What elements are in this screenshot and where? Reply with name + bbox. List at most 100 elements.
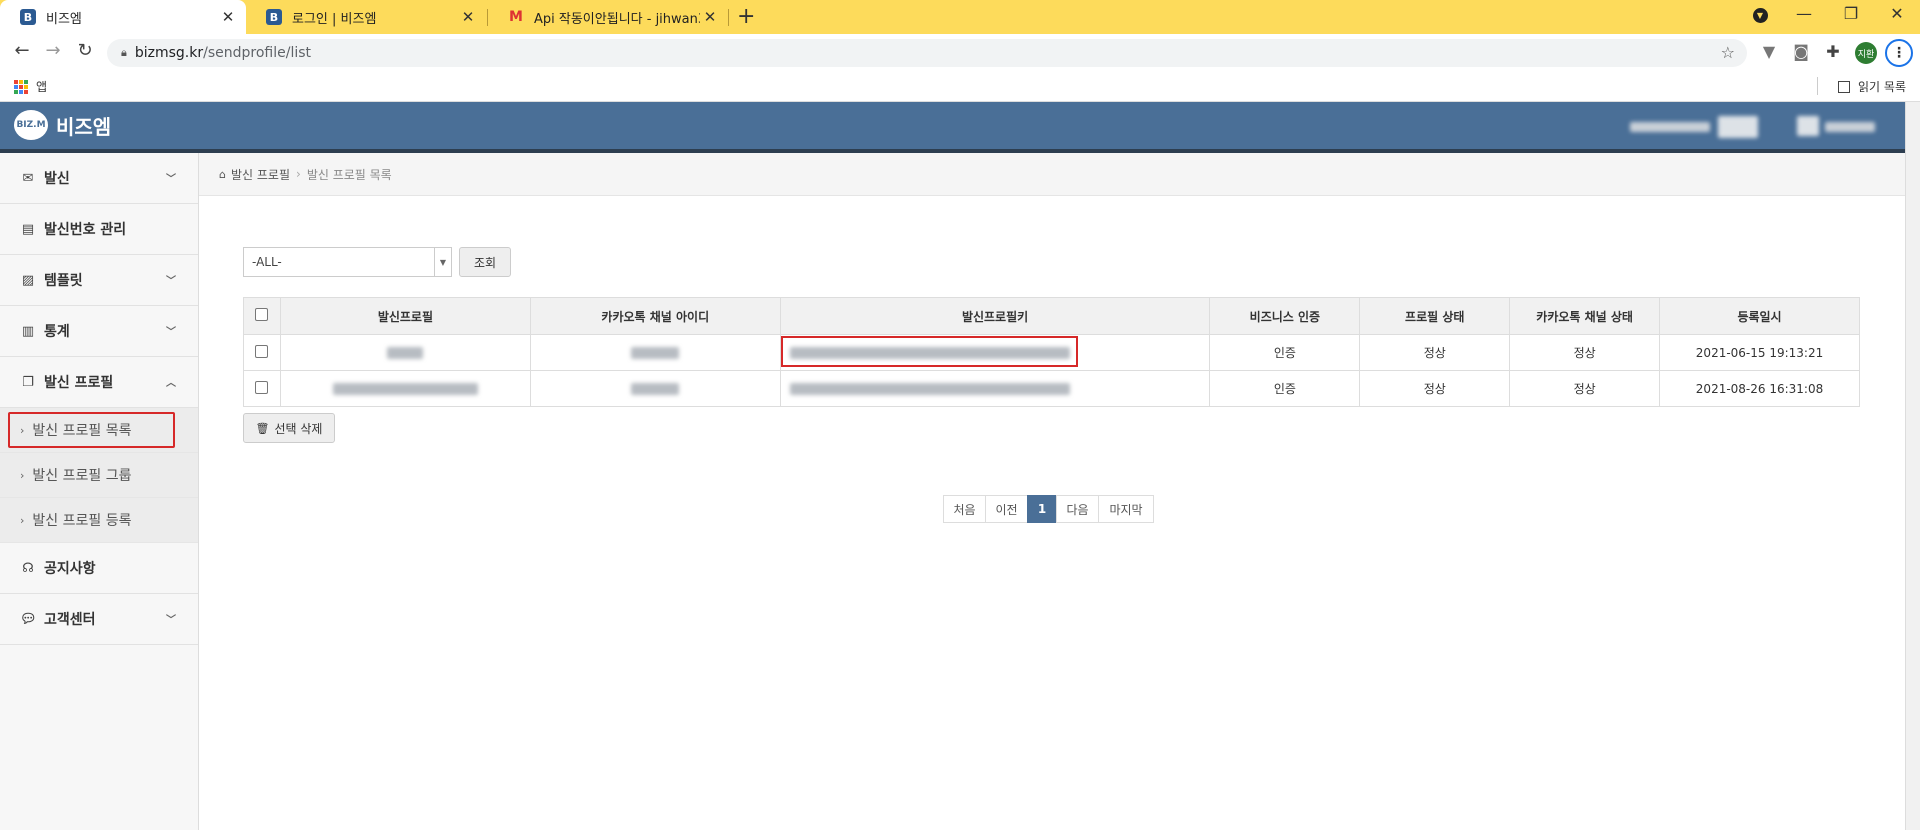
sidebar-subitem-profile-list[interactable]: › 발신 프로필 목록 <box>0 408 198 453</box>
bizm-favicon-icon: B <box>20 9 36 25</box>
reading-list-button[interactable]: 읽기 목록 <box>1838 78 1906 95</box>
extensions-puzzle-icon[interactable]: ✚ <box>1822 42 1844 61</box>
chevron-down-icon: ﹀ <box>166 276 176 287</box>
reload-icon[interactable]: ↻ <box>73 40 97 61</box>
delete-selected-label: 선택 삭제 <box>274 421 323 436</box>
channel-status-cell: 정상 <box>1509 370 1661 407</box>
profile-status-cell: 정상 <box>1359 334 1511 371</box>
tab-search-icon[interactable]: ▼ <box>1740 7 1780 23</box>
home-icon[interactable]: ⌂ <box>219 168 226 181</box>
bookmark-star-icon[interactable]: ☆ <box>1721 43 1735 62</box>
minimize-icon[interactable]: — <box>1784 4 1824 23</box>
browser-toolbar: ← → ↻ 🔒︎ bizmsg.kr/sendprofile/list ☆ ▼ … <box>0 34 1920 70</box>
logo-bubble-icon: BIZ.M <box>14 110 48 140</box>
select-all-cell <box>243 297 281 335</box>
table-row[interactable]: 인증 정상 정상 2021-08-26 16:31:08 <box>243 370 1860 407</box>
redacted-cell <box>529 370 781 407</box>
apps-grid-icon <box>14 79 28 94</box>
url-domain: bizmsg.kr <box>134 45 204 61</box>
sidebar-item-support[interactable]: 💬︎ 고객센터 ﹀ <box>0 594 198 645</box>
column-header: 카카오톡 채널 상태 <box>1509 297 1661 335</box>
row-checkbox[interactable] <box>255 344 269 358</box>
sidebar-item-sender-numbers[interactable]: ▤ 발신번호 관리 <box>0 204 198 255</box>
reading-list-label: 읽기 목록 <box>1858 80 1906 94</box>
redacted-user-badge[interactable] <box>1718 116 1758 138</box>
sidebar-subitem-profile-group[interactable]: › 발신 프로필 그룹 <box>0 453 198 498</box>
select-value: -ALL- <box>252 255 282 269</box>
tab-login[interactable]: B 로그인 | 비즈엠 ✕ <box>246 0 486 34</box>
close-window-icon[interactable]: ✕ <box>1877 4 1917 23</box>
app-logo[interactable]: BIZ.M 비즈엠 <box>14 110 111 140</box>
sidebar-item-label: 공지사항 <box>44 561 96 577</box>
tab-bizm[interactable]: B 비즈엠 ✕ <box>0 0 246 34</box>
column-header: 발신프로필 <box>279 297 531 335</box>
business-auth-cell: 인증 <box>1209 370 1361 407</box>
profile-avatar[interactable]: 지환 <box>1855 42 1877 64</box>
new-tab-plus-icon[interactable]: + <box>737 4 755 29</box>
chevron-right-icon: › <box>20 468 25 482</box>
url-path: /sendprofile/list <box>203 45 312 61</box>
sidebar-subitem-label: 발신 프로필 등록 <box>32 513 132 529</box>
back-icon[interactable]: ← <box>10 40 34 61</box>
restore-icon[interactable]: ❐ <box>1831 4 1871 23</box>
channel-status-cell: 정상 <box>1509 334 1661 371</box>
sidebar-item-stats[interactable]: ▥ 통계 ﹀ <box>0 306 198 357</box>
page-first-button[interactable]: 처음 <box>943 495 986 523</box>
sidebar-item-label: 발신 프로필 <box>44 375 114 391</box>
extension-v-icon[interactable]: ▼ <box>1758 42 1780 61</box>
search-button[interactable]: 조회 <box>459 247 511 277</box>
registered-date-cell: 2021-06-15 19:13:21 <box>1659 334 1860 371</box>
breadcrumb: ⌂ 발신 프로필 › 발신 프로필 목록 <box>199 153 1905 196</box>
envelope-icon: ✉ <box>22 170 34 186</box>
sidebar-item-notices[interactable]: ☊ 공지사항 <box>0 543 198 594</box>
delete-selected-button[interactable]: 🗑︎ 선택 삭제 <box>243 413 335 443</box>
page-next-button[interactable]: 다음 <box>1056 495 1099 523</box>
sidebar-item-label: 고객센터 <box>44 612 96 628</box>
sidebar-item-label: 통계 <box>44 324 70 340</box>
apps-shortcut[interactable]: 앱 <box>14 78 47 95</box>
sidebar-item-send-profile[interactable]: ❐ 발신 프로필 ︿ <box>0 357 198 408</box>
page-last-button[interactable]: 마지막 <box>1098 495 1154 523</box>
select-all-checkbox[interactable] <box>255 308 269 321</box>
sidebar-subitem-profile-register[interactable]: › 발신 프로필 등록 <box>0 498 198 543</box>
apps-label: 앱 <box>36 80 48 94</box>
comments-icon: 💬︎ <box>20 611 37 627</box>
table-row[interactable]: 인증 정상 정상 2021-06-15 19:13:21 <box>243 334 1860 371</box>
page-scrollbar[interactable] <box>1905 102 1920 830</box>
close-tab-icon[interactable]: ✕ <box>218 8 238 26</box>
address-bar[interactable]: 🔒︎ bizmsg.kr/sendprofile/list ☆ <box>107 39 1747 67</box>
tab-gmail[interactable]: M Api 작동이안됩니다 - jihwan322 ✕ <box>488 0 728 34</box>
chevron-down-icon: ﹀ <box>166 615 176 626</box>
camera-icon[interactable]: ◙ <box>1790 42 1812 61</box>
reading-list-icon <box>1838 80 1851 93</box>
tab-title: 로그인 | 비즈엠 <box>292 11 377 27</box>
sidebar-item-templates[interactable]: ▨ 템플릿 ﹀ <box>0 255 198 306</box>
sidebar-item-send[interactable]: ✉ 발신 ﹀ <box>0 153 198 204</box>
redacted-cell <box>279 370 531 407</box>
bar-chart-icon: ▥ <box>21 323 35 339</box>
close-tab-icon[interactable]: ✕ <box>700 8 720 26</box>
forward-icon[interactable]: → <box>41 40 65 61</box>
user-avatar[interactable] <box>1797 116 1819 136</box>
chevron-right-icon: › <box>20 513 25 527</box>
trash-icon: 🗑︎ <box>255 421 270 435</box>
row-select-cell <box>243 334 281 371</box>
breadcrumb-root[interactable]: 발신 프로필 <box>231 166 290 183</box>
tab-title: Api 작동이안됩니다 - jihwan322 <box>534 11 700 27</box>
redacted-cell <box>529 334 781 371</box>
close-tab-icon[interactable]: ✕ <box>458 8 478 26</box>
redacted-user-name[interactable] <box>1825 122 1875 132</box>
column-header: 프로필 상태 <box>1359 297 1511 335</box>
profile-filter-select[interactable]: -ALL- ▼ <box>243 247 452 277</box>
pagination: 처음 이전 1 다음 마지막 <box>943 495 1154 523</box>
dropdown-arrow-icon: ▼ <box>434 248 451 276</box>
row-checkbox[interactable] <box>255 380 269 394</box>
column-header: 비즈니스 인증 <box>1209 297 1361 335</box>
tab-divider <box>728 9 729 26</box>
gmail-favicon-icon: M <box>509 9 523 25</box>
page-prev-button[interactable]: 이전 <box>985 495 1028 523</box>
page-current[interactable]: 1 <box>1027 495 1057 523</box>
highlight-box <box>8 412 175 448</box>
image-icon: ▨ <box>21 272 35 288</box>
browser-menu-icon[interactable]: ⋮ <box>1885 39 1913 67</box>
